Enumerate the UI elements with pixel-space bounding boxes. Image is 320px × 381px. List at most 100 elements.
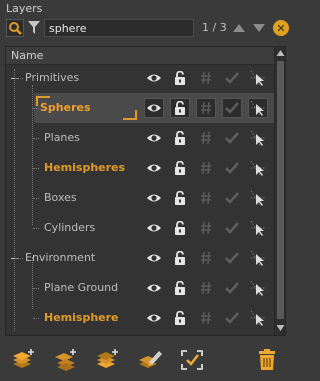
layer-name[interactable]: Environment (25, 251, 95, 264)
count-toggle[interactable] (198, 130, 214, 146)
render-toggle[interactable] (224, 130, 240, 146)
add-sublayer-button[interactable] (51, 347, 79, 373)
edit-layer-button[interactable] (136, 347, 164, 373)
lock-toggle[interactable] (172, 160, 188, 176)
render-toggle[interactable] (224, 250, 240, 266)
lock-toggle[interactable] (172, 280, 188, 296)
count-toggle[interactable] (198, 310, 214, 326)
count-toggle[interactable] (198, 220, 214, 236)
previous-result-button[interactable] (232, 22, 246, 34)
vertical-scrollbar[interactable] (274, 47, 285, 335)
count-toggle[interactable] (198, 160, 214, 176)
scroll-down-icon[interactable] (276, 324, 285, 332)
layer-name[interactable]: Spheres (40, 101, 91, 114)
check-icon (225, 72, 239, 84)
visibility-toggle[interactable] (146, 280, 162, 296)
visibility-toggle[interactable] (146, 250, 162, 266)
selectable-toggle[interactable] (250, 250, 266, 266)
check-icon (225, 252, 239, 264)
selectable-toggle[interactable] (250, 280, 266, 296)
layer-row[interactable]: Cylinders (6, 213, 276, 243)
selectable-toggle[interactable] (250, 220, 266, 236)
lock-toggle[interactable] (172, 250, 188, 266)
layer-row[interactable]: Primitives (6, 63, 276, 93)
render-toggle[interactable] (224, 70, 240, 86)
visibility-toggle[interactable] (146, 220, 162, 236)
check-icon (225, 132, 239, 144)
count-toggle[interactable] (198, 70, 214, 86)
add-layer-button[interactable] (10, 347, 38, 373)
delete-layer-button[interactable] (253, 347, 281, 373)
render-toggle[interactable] (224, 190, 240, 206)
selectable-toggle[interactable] (250, 70, 266, 86)
layer-row[interactable]: Hemispheres (6, 153, 276, 183)
trash-icon (259, 349, 275, 370)
render-toggle[interactable] (224, 220, 240, 236)
scroll-up-icon[interactable] (276, 49, 285, 57)
unlock-icon (175, 221, 185, 235)
layer-row[interactable]: Planes (6, 123, 276, 153)
layer-row[interactable]: Boxes (6, 183, 276, 213)
count-toggle[interactable] (198, 280, 214, 296)
select-cursor-icon (250, 70, 265, 86)
search-bar: 1 / 3 ✕ (6, 19, 289, 39)
tree-connector (33, 228, 39, 229)
count-toggle[interactable] (198, 250, 214, 266)
layer-name[interactable]: Cylinders (44, 221, 95, 234)
count-toggle[interactable] (198, 100, 214, 116)
select-cursor-icon (250, 220, 265, 236)
eye-icon (147, 224, 161, 232)
layer-name[interactable]: Hemispheres (44, 161, 125, 174)
selectable-toggle[interactable] (250, 130, 266, 146)
select-objects-button[interactable] (178, 347, 206, 373)
selectable-toggle[interactable] (250, 190, 266, 206)
hash-icon (201, 191, 211, 205)
visibility-toggle[interactable] (146, 190, 162, 206)
search-input[interactable] (44, 19, 194, 37)
visibility-toggle[interactable] (146, 130, 162, 146)
count-toggle[interactable] (198, 190, 214, 206)
render-toggle[interactable] (224, 310, 240, 326)
layer-name[interactable]: Plane Ground (44, 281, 118, 294)
layer-row[interactable]: Hemisphere (6, 303, 276, 333)
lock-toggle[interactable] (172, 310, 188, 326)
selectable-toggle[interactable] (250, 310, 266, 326)
add-layer-below-button[interactable] (94, 347, 122, 373)
hash-icon (201, 281, 211, 295)
search-result-count: 1 / 3 (202, 21, 227, 34)
visibility-toggle[interactable] (146, 70, 162, 86)
layer-name[interactable]: Hemisphere (44, 311, 119, 324)
lock-toggle[interactable] (172, 130, 188, 146)
selectable-toggle[interactable] (250, 160, 266, 176)
selectable-toggle[interactable] (250, 100, 266, 116)
layer-row[interactable]: Spheres (6, 93, 276, 123)
clear-search-button[interactable]: ✕ (273, 20, 289, 36)
layer-name[interactable]: Boxes (44, 191, 77, 204)
eye-icon (147, 284, 161, 292)
search-button[interactable] (6, 19, 24, 37)
render-toggle[interactable] (224, 160, 240, 176)
lock-toggle[interactable] (172, 220, 188, 236)
layer-row[interactable]: Infos (6, 333, 276, 335)
layer-tree: Name Primitives Spheres Planes Hemispheres B… (5, 46, 286, 336)
lock-toggle[interactable] (172, 100, 188, 116)
eye-icon (147, 164, 161, 172)
next-result-button[interactable] (252, 22, 266, 34)
visibility-toggle[interactable] (146, 310, 162, 326)
layer-name[interactable]: Planes (44, 131, 80, 144)
layer-row[interactable]: Plane Ground (6, 273, 276, 303)
filter-button[interactable] (27, 20, 41, 36)
tree-connector (33, 198, 39, 199)
tree-connector (33, 288, 39, 289)
layer-name[interactable]: Primitives (25, 71, 79, 84)
lock-toggle[interactable] (172, 70, 188, 86)
hash-icon (201, 101, 211, 115)
render-toggle[interactable] (224, 100, 240, 116)
layer-row[interactable]: Environment (6, 243, 276, 273)
visibility-toggle[interactable] (146, 160, 162, 176)
hash-icon (201, 311, 211, 325)
scrollbar-thumb[interactable] (277, 61, 284, 319)
lock-toggle[interactable] (172, 190, 188, 206)
visibility-toggle[interactable] (146, 100, 162, 116)
render-toggle[interactable] (224, 280, 240, 296)
